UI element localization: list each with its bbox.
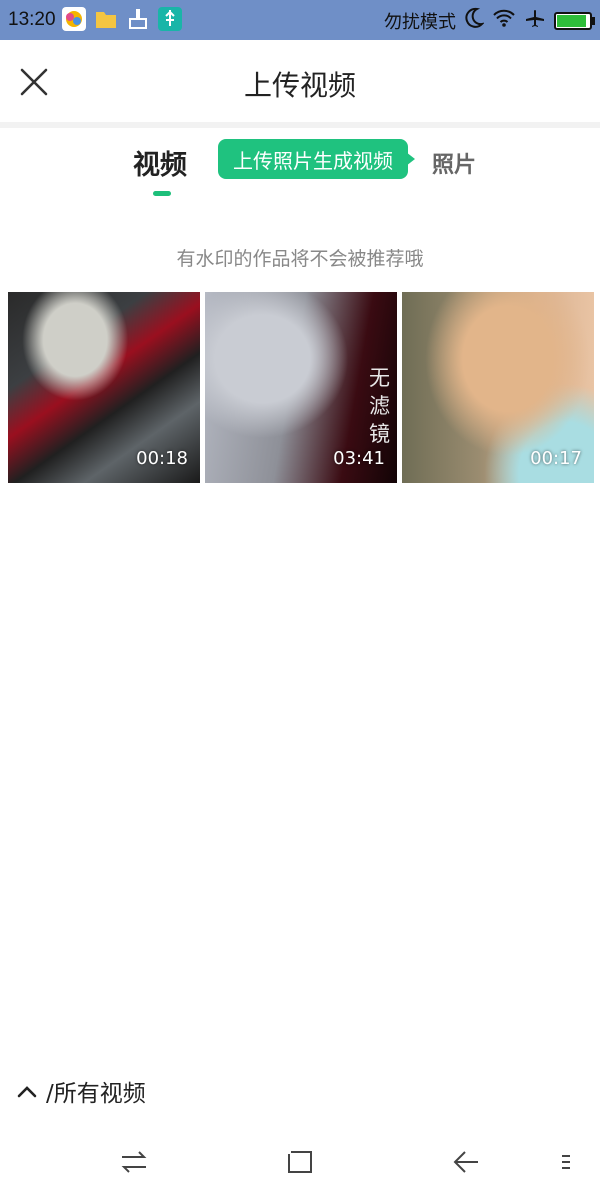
menu-icon [562,1155,570,1169]
folder-icon [94,7,118,31]
tooltip-arrow [406,152,415,166]
video-duration: 00:17 [530,448,582,469]
generate-video-from-photos-tooltip[interactable]: 上传照片生成视频 [218,139,408,179]
menu-button[interactable] [556,1146,576,1178]
active-tab-indicator [153,191,171,196]
battery-icon [554,11,595,30]
recent-apps-button[interactable] [118,1146,150,1178]
video-duration: 03:41 [333,448,385,469]
status-time: 13:20 [8,9,56,30]
battery-level [557,14,586,27]
watermark-notice: 有水印的作品将不会被推荐哦 [176,248,424,270]
video-thumbnail[interactable]: 00:17 [402,292,594,483]
system-nav-bar [0,1122,600,1200]
photos-app-icon [62,7,86,31]
home-icon [288,1151,312,1173]
wifi-icon [492,8,516,33]
status-right: 勿扰模式 [384,7,595,34]
dnd-label: 勿扰模式 [384,11,456,33]
video-grid: 00:18 无滤镜 03:41 00:17 [8,292,594,483]
moon-icon [464,7,485,34]
notification-icons [62,7,182,31]
airplane-icon [524,7,546,34]
thumbnail-overlay-text: 无滤镜 [369,366,390,446]
back-arrow-icon [453,1151,478,1173]
tab-video[interactable]: 视频 [133,143,187,182]
switch-icon [121,1151,147,1173]
back-button[interactable] [450,1146,482,1178]
video-duration: 00:18 [136,448,188,469]
album-selector[interactable]: /所有视频 [16,1074,146,1108]
chevron-up-icon [17,1086,37,1098]
app-header: 上传视频 [0,40,600,124]
video-thumbnail[interactable]: 00:18 [8,292,200,483]
home-button[interactable] [284,1146,316,1178]
tab-photo[interactable]: 照片 [432,147,476,179]
header-divider [0,122,600,128]
status-bar: 13:20 勿扰模式 [0,0,600,40]
usb-icon [158,7,182,31]
video-thumbnail[interactable]: 无滤镜 03:41 [205,292,397,483]
cleaner-icon [126,7,150,31]
album-label: /所有视频 [46,1081,146,1107]
page-title: 上传视频 [243,69,356,102]
